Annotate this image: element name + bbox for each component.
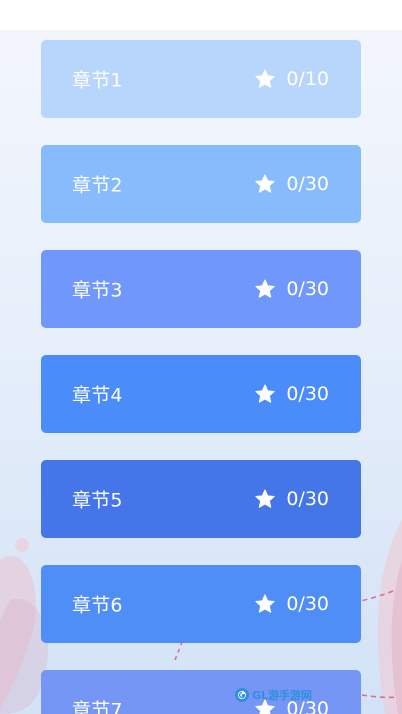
watermark-text: GL游手游网 (252, 689, 313, 702)
chapter-card-4[interactable]: 章节4 0/30 (41, 355, 361, 433)
score-text: 0/30 (286, 488, 329, 510)
score-text: 0/30 (286, 383, 329, 405)
chapter-name: 章节7 (72, 699, 123, 714)
chapter-score: 0/30 (254, 488, 329, 510)
chapter-card-3[interactable]: 章节3 0/30 (41, 250, 361, 328)
chapter-name: 章节5 (72, 489, 123, 512)
chapter-score: 0/30 (254, 593, 329, 615)
chapter-name: 章节6 (72, 594, 123, 617)
star-icon (255, 489, 275, 508)
chapter-score: 0/30 (254, 173, 329, 195)
chapter-score: 0/10 (254, 68, 329, 90)
chapter-card-2[interactable]: 章节2 0/30 (41, 145, 361, 223)
score-text: 0/10 (286, 68, 329, 90)
chapter-score: 0/30 (254, 278, 329, 300)
star-icon (255, 174, 275, 193)
star-icon (255, 69, 275, 88)
score-text: 0/30 (286, 278, 329, 300)
chapter-name: 章节3 (72, 279, 123, 302)
star-icon (255, 384, 275, 403)
star-icon (255, 279, 275, 298)
chapter-name: 章节2 (72, 174, 123, 197)
chapter-name: 章节4 (72, 384, 123, 407)
chapter-card-5[interactable]: 章节5 0/30 (41, 460, 361, 538)
star-icon (255, 594, 275, 613)
score-text: 0/30 (286, 593, 329, 615)
chapter-card-7[interactable]: 章节7 0/30 (41, 670, 361, 714)
chapter-name: 章节1 (72, 69, 123, 92)
chapter-score: 0/30 (254, 383, 329, 405)
watermark: GL游手游网 (234, 686, 312, 704)
logo-icon (235, 688, 249, 702)
chapter-card-1[interactable]: 章节1 0/10 (41, 40, 361, 118)
chapter-card-6[interactable]: 章节6 0/30 (41, 565, 361, 643)
score-text: 0/30 (286, 173, 329, 195)
